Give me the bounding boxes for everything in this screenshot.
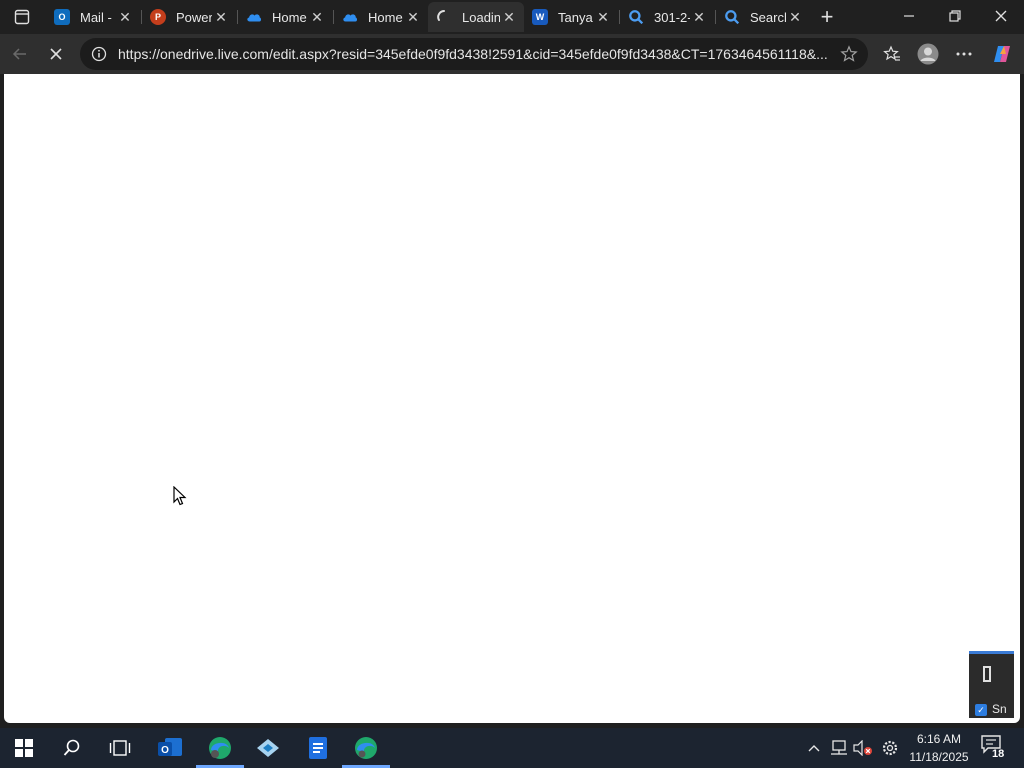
copilot-button[interactable] — [988, 40, 1016, 68]
clock-time: 6:16 AM — [916, 732, 962, 746]
tab-loading-active[interactable]: Loadin ✕ — [428, 2, 524, 32]
tab-onedrive-home-2[interactable]: Home ✕ — [334, 2, 428, 32]
tab-search[interactable]: Search ✕ — [716, 2, 810, 32]
loading-spinner-icon — [437, 10, 445, 21]
settings-more-button[interactable] — [950, 40, 978, 68]
taskbar-app-3[interactable] — [244, 728, 292, 768]
taskbar-document-app[interactable] — [294, 728, 342, 768]
tab-label: Tanya — [558, 9, 593, 25]
outlook-icon: O — [158, 738, 182, 756]
url-text[interactable]: https://onedrive.live.com/edit.aspx?resi… — [118, 46, 834, 62]
task-view-icon — [109, 740, 131, 756]
avatar-icon — [917, 43, 939, 65]
notification-count-badge: 18 — [992, 748, 1005, 760]
browser-tab-bar: O Mail - ✕ P Powerl ✕ Home ✕ Home ✕ Load… — [0, 0, 1024, 34]
tab-label: Home — [368, 9, 403, 25]
copilot-icon — [994, 46, 1010, 62]
address-bar[interactable]: https://onedrive.live.com/edit.aspx?resi… — [80, 38, 868, 70]
taskbar-search-button[interactable] — [48, 728, 96, 768]
favorites-icon — [883, 45, 900, 61]
start-button[interactable] — [0, 728, 48, 768]
onedrive-icon — [247, 14, 262, 22]
stop-icon — [50, 48, 62, 60]
restore-button[interactable] — [932, 0, 978, 32]
windows-taskbar: O 6:16 AM 11/18/2025 18 — [0, 728, 1024, 768]
stop-loading-button[interactable] — [42, 40, 70, 68]
close-window-button[interactable] — [978, 0, 1024, 32]
search-icon — [629, 10, 644, 25]
tab-actions-button[interactable] — [0, 0, 44, 34]
favorites-button[interactable] — [878, 40, 906, 68]
close-tab-icon[interactable]: ✕ — [116, 8, 134, 26]
taskbar-edge-profile[interactable] — [196, 728, 244, 768]
close-tab-icon[interactable]: ✕ — [690, 8, 708, 26]
panel-bar-icon — [983, 666, 991, 682]
snipping-panel-label: Sn — [992, 702, 1007, 716]
chevron-up-icon — [808, 745, 820, 752]
system-clock[interactable]: 6:16 AM 11/18/2025 — [906, 730, 972, 766]
clock-date: 11/18/2025 — [909, 750, 969, 764]
document-app-icon — [309, 737, 327, 759]
edge-icon — [355, 737, 377, 759]
restore-icon — [949, 10, 961, 22]
tab-label: Search — [750, 9, 786, 25]
close-tab-icon[interactable]: ✕ — [786, 8, 804, 26]
close-icon — [995, 10, 1007, 22]
tab-actions-icon — [14, 9, 30, 25]
more-dots-icon — [956, 52, 972, 56]
profile-button[interactable] — [914, 40, 942, 68]
favorite-star-icon[interactable] — [834, 45, 864, 63]
volume-muted-icon — [853, 740, 872, 756]
browser-toolbar: https://onedrive.live.com/edit.aspx?resi… — [0, 34, 1024, 74]
plus-icon: + — [820, 4, 834, 29]
mouse-cursor-icon — [173, 486, 187, 506]
tab-search-301[interactable]: 301-2- ✕ — [620, 2, 714, 32]
windows-logo-icon — [15, 739, 33, 757]
close-tab-icon[interactable]: ✕ — [594, 8, 612, 26]
onedrive-icon — [343, 14, 358, 22]
gear-icon — [882, 740, 898, 756]
settings-button[interactable] — [878, 728, 902, 768]
back-button[interactable] — [6, 40, 34, 68]
edge-icon — [209, 737, 231, 759]
outlook-icon: O — [54, 9, 70, 25]
close-tab-icon[interactable]: ✕ — [308, 8, 326, 26]
tab-label: 301-2- — [654, 9, 690, 25]
app-icon — [257, 739, 279, 757]
close-tab-icon[interactable]: ✕ — [212, 8, 230, 26]
tab-label: Powerl — [176, 9, 212, 25]
tab-label: Home — [272, 9, 307, 25]
powerpoint-icon: P — [150, 9, 166, 25]
minimize-button[interactable] — [886, 0, 932, 32]
new-tab-button[interactable]: + — [814, 4, 840, 30]
volume-button[interactable] — [852, 728, 874, 768]
word-icon: W — [532, 9, 548, 25]
site-info-icon[interactable] — [84, 46, 114, 62]
taskbar-edge[interactable] — [342, 728, 390, 768]
search-icon — [63, 739, 80, 756]
checkbox-icon[interactable]: ✓ — [975, 704, 987, 716]
taskbar-outlook[interactable]: O — [146, 728, 194, 768]
snipping-panel[interactable]: ✓ Sn — [969, 651, 1014, 718]
close-tab-icon[interactable]: ✕ — [404, 8, 422, 26]
close-tab-icon[interactable]: ✕ — [500, 8, 518, 26]
notification-center-button[interactable]: 18 — [980, 734, 1008, 762]
tab-label: Loadin — [462, 9, 500, 25]
network-icon — [831, 740, 847, 755]
tab-onedrive-home-1[interactable]: Home ✕ — [238, 2, 332, 32]
tab-mail[interactable]: O Mail - ✕ — [46, 2, 140, 32]
svg-text:O: O — [161, 745, 169, 756]
tab-powerpoint[interactable]: P Powerl ✕ — [142, 2, 236, 32]
task-view-button[interactable] — [96, 728, 144, 768]
tab-word-document[interactable]: W Tanya ✕ — [524, 2, 618, 32]
page-content-area[interactable] — [4, 74, 1020, 723]
show-hidden-icons-button[interactable] — [804, 728, 824, 768]
minimize-icon — [904, 15, 914, 17]
tab-label: Mail - — [80, 9, 112, 25]
back-arrow-icon — [12, 48, 26, 60]
search-icon — [725, 10, 740, 25]
network-button[interactable] — [828, 728, 850, 768]
